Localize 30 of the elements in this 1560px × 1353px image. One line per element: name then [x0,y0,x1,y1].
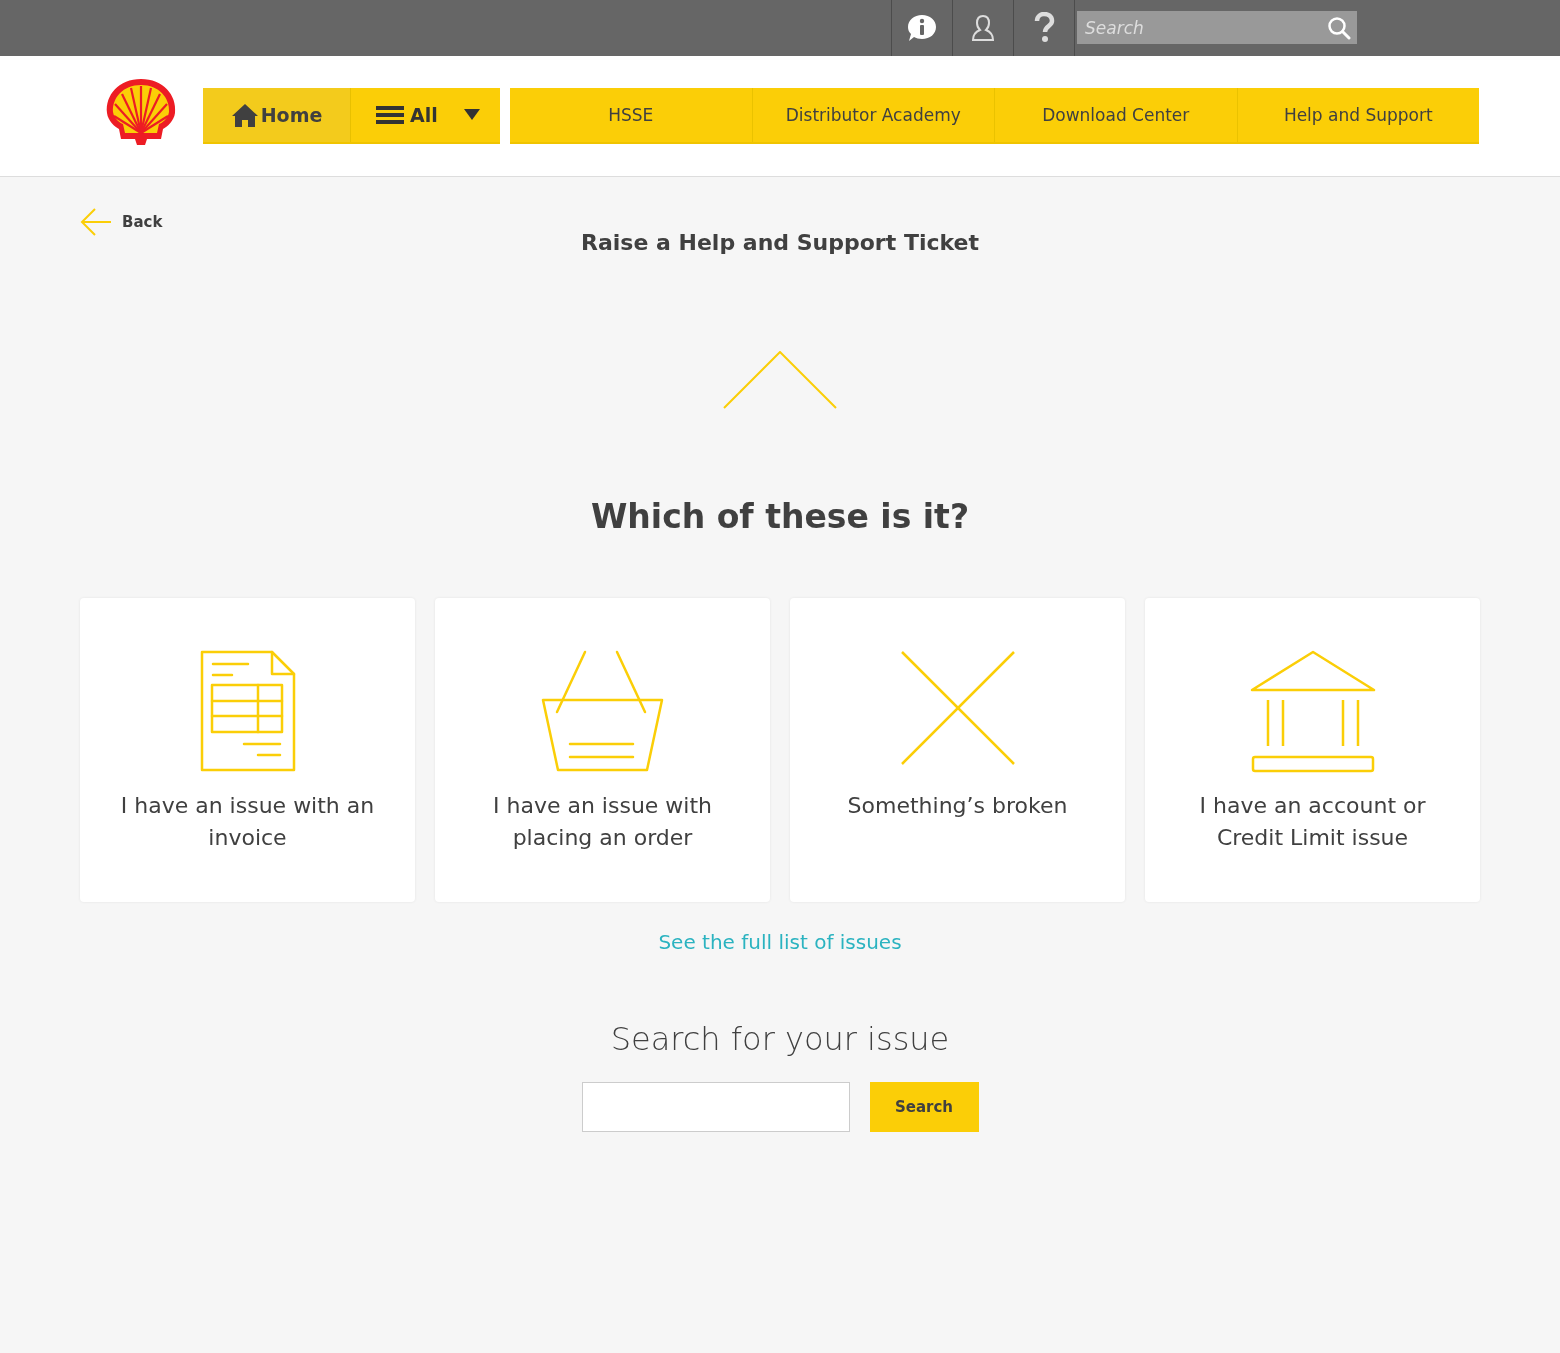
menu-icon [376,105,404,125]
issue-card[interactable]: I have an issue with placing an order [435,598,770,902]
card-label: I have an issue with placing an order [491,792,714,852]
search-field[interactable]: Search [1077,11,1357,44]
nav-link[interactable]: Help and Support [1237,88,1479,142]
chevron-up-icon [723,351,837,409]
issue-card[interactable]: I have an account or Credit Limit issue [1145,598,1480,902]
home-button[interactable]: Home [203,88,351,142]
issue-card[interactable]: Something’s broken [790,598,1125,902]
search-heading: Search for your issue [610,1020,950,1058]
nav-link[interactable]: HSSE [510,88,753,142]
search-button[interactable]: Search [869,1082,979,1132]
card-label: I have an issue with an invoice [119,792,376,852]
card-label: Something’s broken [847,792,1068,820]
invoice-icon [199,650,296,772]
question-heading: Which of these is it? [590,497,970,536]
nav-link[interactable]: Download Center [995,88,1238,142]
caret-icon [463,109,480,121]
card-label: I have an account or Credit Limit issue [1198,792,1427,852]
issue-card[interactable]: I have an issue with an invoice [80,598,415,902]
arrow-left-icon [80,208,112,236]
home-icon [230,102,259,128]
search-icon[interactable] [1327,16,1351,40]
basket-icon [540,650,665,774]
cross-icon [899,650,1016,766]
page-title: Raise a Help and Support Ticket [581,230,979,255]
back-link[interactable]: Back [80,208,163,236]
nav-link[interactable]: Distributor Academy [752,88,995,142]
bank-icon [1249,650,1376,774]
issue-search-field[interactable] [581,1082,850,1132]
